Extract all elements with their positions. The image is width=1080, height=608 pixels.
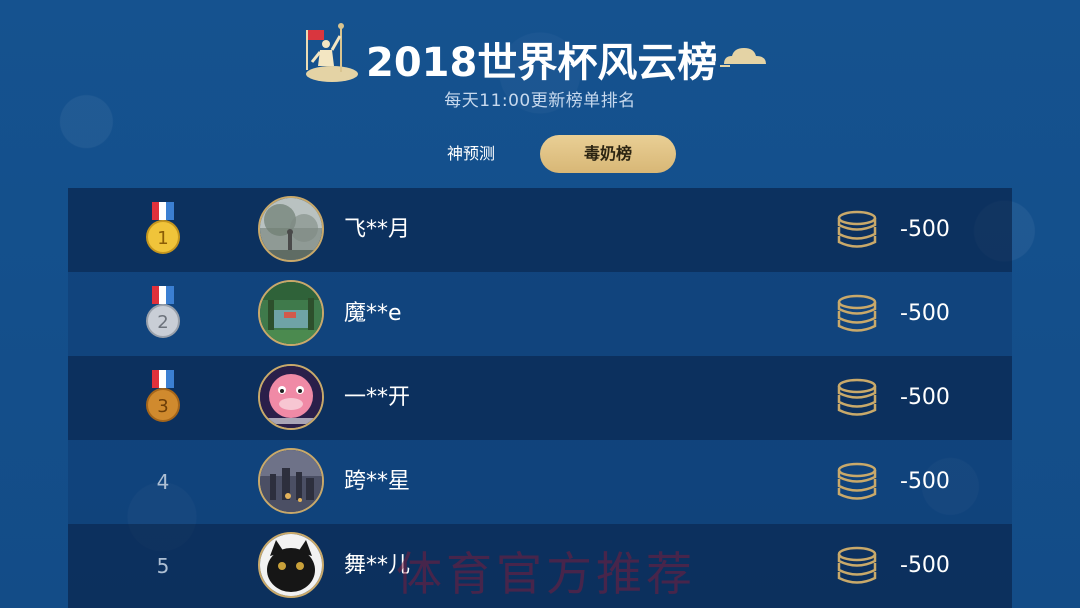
medal-rank-label: 3 xyxy=(157,396,168,417)
score: -500 xyxy=(900,385,950,410)
score: -500 xyxy=(900,217,950,242)
leaderboard-row[interactable]: 1 飞**月 -500 xyxy=(68,188,1012,272)
score: -500 xyxy=(900,553,950,578)
avatar[interactable] xyxy=(258,532,324,598)
medal-rank-label: 1 xyxy=(157,228,168,249)
leaderboard-row[interactable]: 5 舞**儿 -500 xyxy=(68,524,1012,608)
coin-stack-icon xyxy=(837,210,877,248)
trophy-player-icon xyxy=(306,23,358,82)
leaderboard-row[interactable]: 2 魔**e -500 xyxy=(68,272,1012,356)
leaderboard-row[interactable]: 3 一**开 -500 xyxy=(68,356,1012,440)
silver-medal-icon: 2 xyxy=(146,286,180,338)
rank-number: 5 xyxy=(156,554,170,578)
score: -500 xyxy=(900,301,950,326)
coin-stack-icon xyxy=(837,462,877,500)
avatar[interactable] xyxy=(258,448,324,514)
gold-medal-icon: 1 xyxy=(146,202,180,254)
tab-jinx[interactable]: 毒奶榜 xyxy=(540,135,676,173)
coin-stack-icon xyxy=(837,546,877,584)
coin-stack-icon xyxy=(837,294,877,332)
username: 飞**月 xyxy=(344,217,411,242)
username: 魔**e xyxy=(344,301,402,326)
leaderboard: 1 飞**月 -500 2 魔**e -500 3 一**开 -500 4 跨*… xyxy=(68,188,1012,608)
avatar[interactable] xyxy=(258,196,324,262)
score: -500 xyxy=(900,469,950,494)
username: 舞**儿 xyxy=(344,553,411,578)
update-note: 每天11:00更新榜单排名 xyxy=(444,91,636,111)
avatar[interactable] xyxy=(258,280,324,346)
title-block: 2018世界杯风云榜 xyxy=(300,22,780,86)
cloud-icon xyxy=(720,48,766,67)
rank-number: 4 xyxy=(156,470,170,494)
page-title: 2018世界杯风云榜 xyxy=(366,40,718,86)
username: 一**开 xyxy=(344,385,411,410)
tab-bar: 神预测 毒奶榜 xyxy=(0,135,1080,173)
leaderboard-row[interactable]: 4 跨**星 -500 xyxy=(68,440,1012,524)
tab-prediction[interactable]: 神预测 xyxy=(404,135,538,173)
page-header: 2018世界杯风云榜 每天11:00更新榜单排名 xyxy=(0,22,1080,112)
coin-stack-icon xyxy=(837,378,877,416)
username: 跨**星 xyxy=(344,469,411,494)
medal-rank-label: 2 xyxy=(157,312,168,333)
bronze-medal-icon: 3 xyxy=(146,370,180,422)
avatar[interactable] xyxy=(258,364,324,430)
